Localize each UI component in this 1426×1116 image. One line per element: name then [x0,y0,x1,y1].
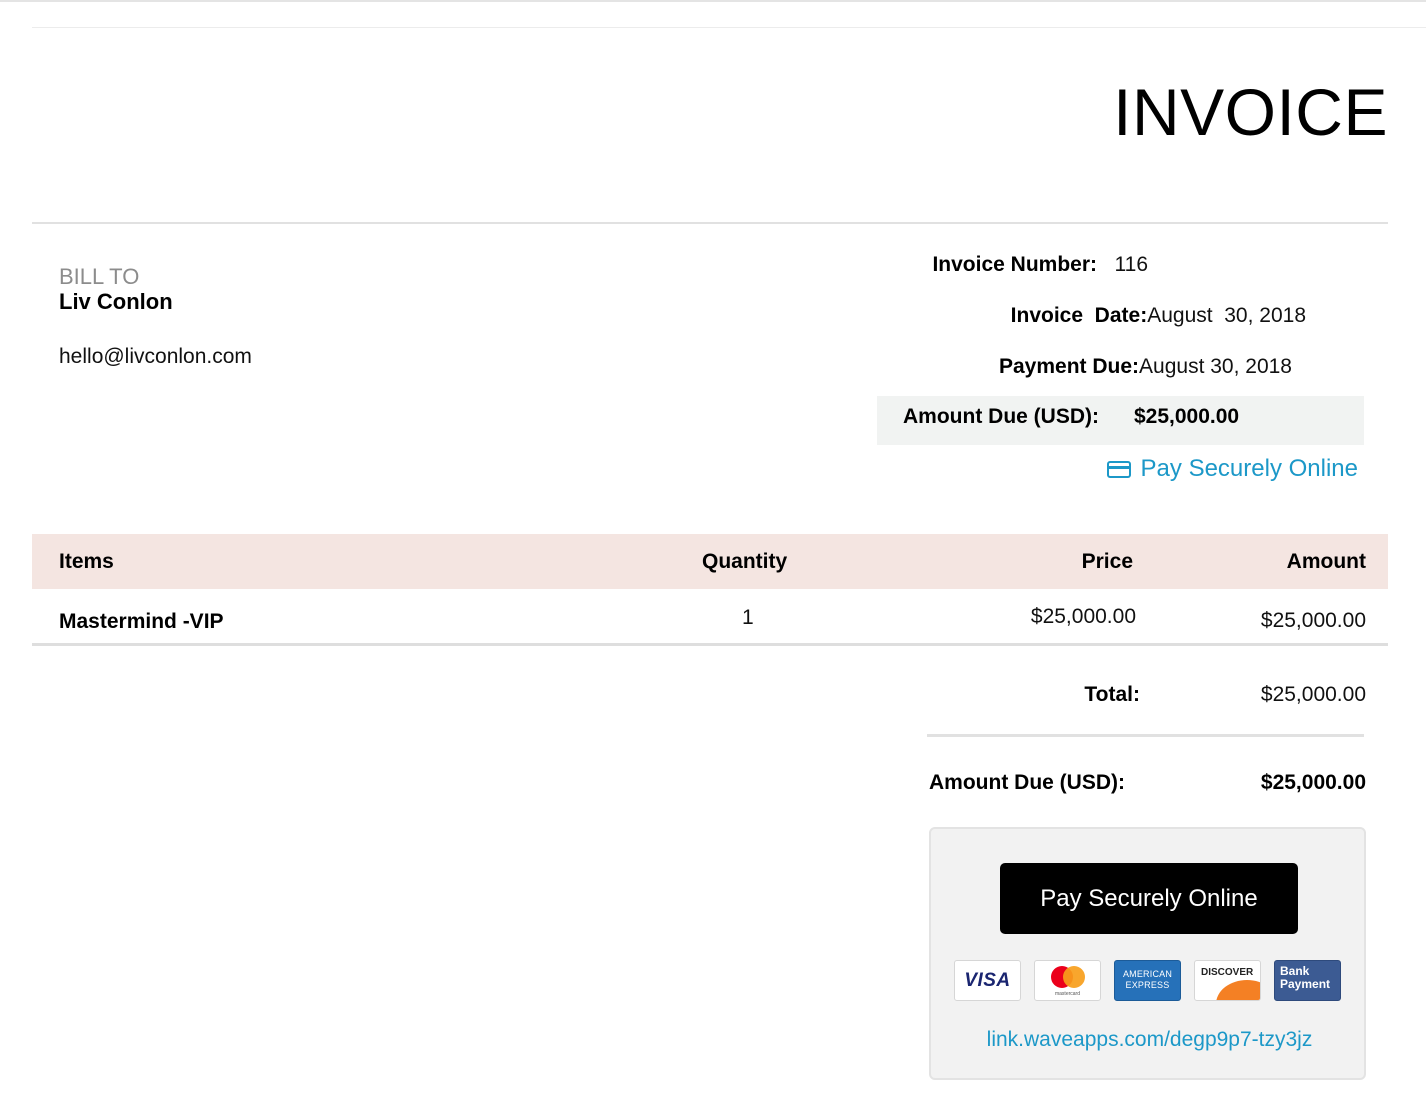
amount-due-summary-value: $25,000.00 [1260,771,1366,794]
table-row: Mastermind -VIP 1 $25,000.00 $25,000.00 [32,590,1388,644]
bill-to-name: Liv Conlon [59,289,173,314]
visa-logo: VISA [954,960,1021,1001]
totals-divider [927,734,1364,737]
invoice-date-row: Invoice Date:August 30, 2018 [1011,304,1306,328]
mastercard-text: mastercard [1054,991,1080,997]
bank-payment-logo: Bank Payment [1274,960,1341,1001]
items-divider [32,643,1388,646]
invoice-title: INVOICE [1113,75,1388,149]
payment-panel: Pay Securely Online VISA mastercard AMER… [929,827,1366,1080]
discover-arc [1216,980,1260,1000]
total-label: Total: [1084,683,1140,706]
amex-logo: AMERICAN EXPRESS [1114,960,1181,1001]
invoice-date-value: August 30, 2018 [1147,304,1306,327]
amount-due-box: Amount Due (USD): $25,000.00 [877,396,1364,445]
item-price: $25,000.00 [1030,605,1136,628]
mastercard-logo: mastercard [1034,960,1101,1001]
payment-due-row: Payment Due:August 30, 2018 [999,355,1292,379]
invoice-date-label: Invoice Date: [1010,304,1148,327]
pay-securely-online-button[interactable]: Pay Securely Online [1000,863,1298,934]
items-table-header: Items Quantity Price Amount [32,534,1388,589]
column-header-quantity: Quantity [702,550,788,573]
wave-payment-link[interactable]: link.waveapps.com/degp9p7-tzy3jz [931,1028,1368,1052]
pay-link-label: Pay Securely Online [1140,455,1358,482]
credit-card-icon [1106,460,1131,478]
column-header-amount: Amount [1286,550,1366,573]
invoice-number-row: Invoice Number: 116 [932,253,1148,277]
amount-due-label: Amount Due (USD): [903,405,1099,428]
mastercard-yellow-circle [1063,966,1085,988]
amount-due-summary-label: Amount Due (USD): [929,771,1125,794]
total-value: $25,000.00 [1260,683,1366,706]
discover-logo: DISCOVER [1194,960,1261,1001]
item-name: Mastermind -VIP [59,610,224,633]
bill-to-label: BILL TO [59,264,140,289]
column-header-price: Price [1081,550,1133,573]
payment-due-label: Payment Due: [998,355,1140,378]
invoice-number-value: 116 [1114,253,1148,276]
column-header-items: Items [59,550,114,573]
item-quantity: 1 [742,606,754,629]
pay-securely-online-link[interactable]: Pay Securely Online [1106,455,1358,483]
payment-due-value: August 30, 2018 [1139,355,1292,378]
discover-text: DISCOVER [1201,967,1254,978]
bill-to-email: hello@livconlon.com [59,345,252,368]
header-divider [32,222,1388,224]
top-divider [0,0,1426,2]
item-amount: $25,000.00 [1260,609,1366,632]
invoice-number-label: Invoice Number: [932,253,1097,276]
top-divider-inner [32,27,1426,28]
amount-due-value: $25,000.00 [1134,405,1240,428]
